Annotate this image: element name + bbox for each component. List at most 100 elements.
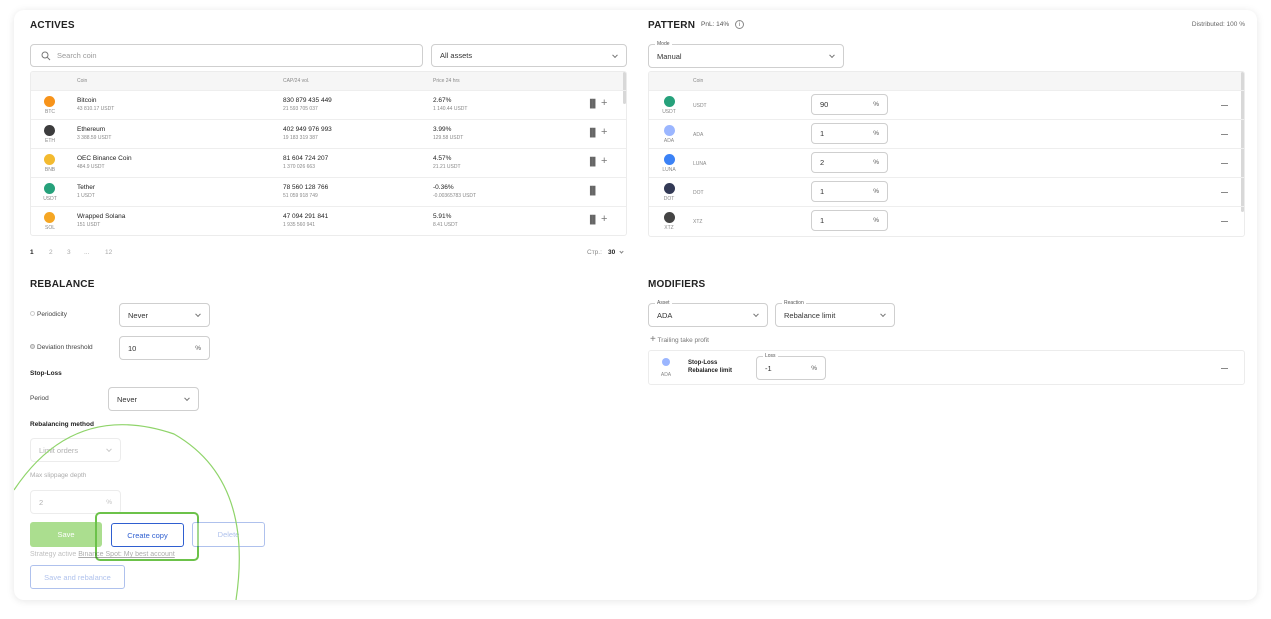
period-select[interactable]: Never [108,387,199,411]
coin-change-abs: 21.21 USDT [433,164,461,170]
chart-icon[interactable]: ▐▌ [587,186,598,195]
chart-icon[interactable]: ▐▌ [587,215,598,224]
deviation-value: 10 [128,343,137,353]
coin-code: ADA [693,132,704,138]
coin-icon [44,212,55,223]
weight-input[interactable]: 1% [811,123,888,144]
coin-symbol: SOL [44,225,55,231]
coin-symbol: BTC [45,109,55,115]
mode-select[interactable]: Mode Manual [648,41,844,68]
page-3[interactable]: 3 [67,249,71,256]
percent-sign: % [873,159,879,166]
chart-icon[interactable]: ▐▌ [587,128,598,137]
table-row[interactable]: BTC Bitcoin 43 810.17 USDT 830 879 435 449 2… [31,90,626,119]
deviation-input[interactable]: 10% [119,336,210,360]
add-trailing-button[interactable]: + Trailing take profit [650,334,709,345]
table-row[interactable]: USDT Tether 1 USDT 78 560 128 766 51 059 918… [31,177,626,206]
assets-filter-select[interactable]: All assets [431,44,627,67]
weight-input[interactable]: 1% [811,181,888,202]
deviation-label: Deviation threshold [30,344,93,351]
pattern-table: Coin USDT USDT 90% ADA ADA 1% LUNA LUNA 2% DOT DOT… [648,71,1245,237]
plus-icon: + [650,334,656,345]
search-icon [41,51,51,61]
add-icon[interactable]: + [601,156,607,167]
percent-sign: % [811,364,817,372]
weight-value: 1 [820,187,825,196]
coin-icon [44,154,55,165]
weight-input[interactable]: 1% [811,210,888,231]
page-2[interactable]: 2 [49,249,53,256]
weight-value: 1 [820,216,825,225]
period-label: Period [30,395,49,402]
loss-input[interactable]: Loss -1% [756,353,826,380]
mode-label: Mode [655,41,672,48]
per-page-value[interactable]: 30 [608,249,615,256]
info-icon[interactable]: i [735,20,744,29]
chevron-down-icon [612,51,618,58]
remove-modifier-icon[interactable] [1221,368,1228,369]
weight-input[interactable]: 2% [811,152,888,173]
radio-icon[interactable] [30,311,35,316]
table-row[interactable]: BNB OEC Binance Coin 484.9 USDT 81 604 724 … [31,148,626,177]
coin-icon [664,212,675,223]
table-row: XTZ XTZ 1% [649,206,1244,235]
table-row[interactable]: SOL Wrapped Solana 151 USDT 47 094 291 841 1… [31,206,626,235]
table-row: USDT USDT 90% [649,90,1244,119]
add-icon[interactable]: + [601,127,607,138]
coin-symbol: DOT [663,196,675,202]
reaction-select[interactable]: Reaction Rebalance limit [775,300,895,327]
coin-icon [664,154,675,165]
radio-icon[interactable] [30,344,35,349]
coin-price: 484.9 USDT [77,164,105,170]
chart-icon[interactable]: ▐▌ [587,157,598,166]
coin-name: Wrapped Solana [77,213,126,220]
remove-coin-icon[interactable] [1221,163,1228,164]
coin-code: LUNA [693,161,707,167]
coin-symbol: BNB [44,167,56,173]
add-icon[interactable]: + [601,214,607,225]
col-price: Price 24 hrs [433,78,460,84]
chart-icon[interactable]: ▐▌ [587,99,598,108]
asset-label: Asset [655,300,672,307]
table-row[interactable]: ETH Ethereum 3 388.59 USDT 402 949 976 993 1… [31,119,626,148]
coin-change: 2.67% [433,97,452,104]
weight-input[interactable]: 90% [811,94,888,115]
remove-coin-icon[interactable] [1221,134,1228,135]
table-row: LUNA LUNA 2% [649,148,1244,177]
search-input[interactable]: Search coin [30,44,423,67]
weight-value: 2 [820,158,825,167]
periodicity-select[interactable]: Never [119,303,210,327]
percent-sign: % [873,217,879,224]
coin-symbol: USDT [662,109,676,115]
coin-icon [44,183,55,194]
remove-coin-icon[interactable] [1221,192,1228,193]
remove-coin-icon[interactable] [1221,221,1228,222]
strategy-card: ACTIVES Search coin All assets Coin CAP/… [14,10,1257,600]
coin-code: DOT [693,190,704,196]
percent-sign: % [873,130,879,137]
distributed-value: Distributed: 100 % [1191,21,1245,28]
per-page-label: Стр.: [587,249,602,256]
add-icon[interactable]: + [601,98,607,109]
page-dots: ... [84,249,90,256]
coin-icon [664,183,675,194]
remove-coin-icon[interactable] [1221,105,1228,106]
page-1[interactable]: 1 [30,249,34,256]
period-value: Never [117,394,138,404]
search-placeholder: Search coin [57,51,97,60]
coin-code: USDT [693,103,707,109]
percent-sign: % [195,344,201,352]
actives-table: Coin CAP/24 vol. Price 24 hrs BTC Bitcoin… [30,71,627,236]
asset-select[interactable]: Asset ADA [648,300,768,327]
coin-icon [664,96,675,107]
coin-change-abs: -0.00365783 USDT [433,193,477,199]
coin-name: Ethereum [77,126,106,133]
coin-cap: 830 879 435 449 [283,97,332,104]
periodicity-label: Periodicity [30,311,67,318]
page-last[interactable]: 12 [105,249,112,256]
coin-symbol: ADA [663,138,675,144]
hint-circle [14,424,240,600]
chevron-down-icon [195,311,201,318]
coin-symbol: XTZ [664,225,674,231]
coin-change-abs: 129.58 USDT [433,135,464,141]
